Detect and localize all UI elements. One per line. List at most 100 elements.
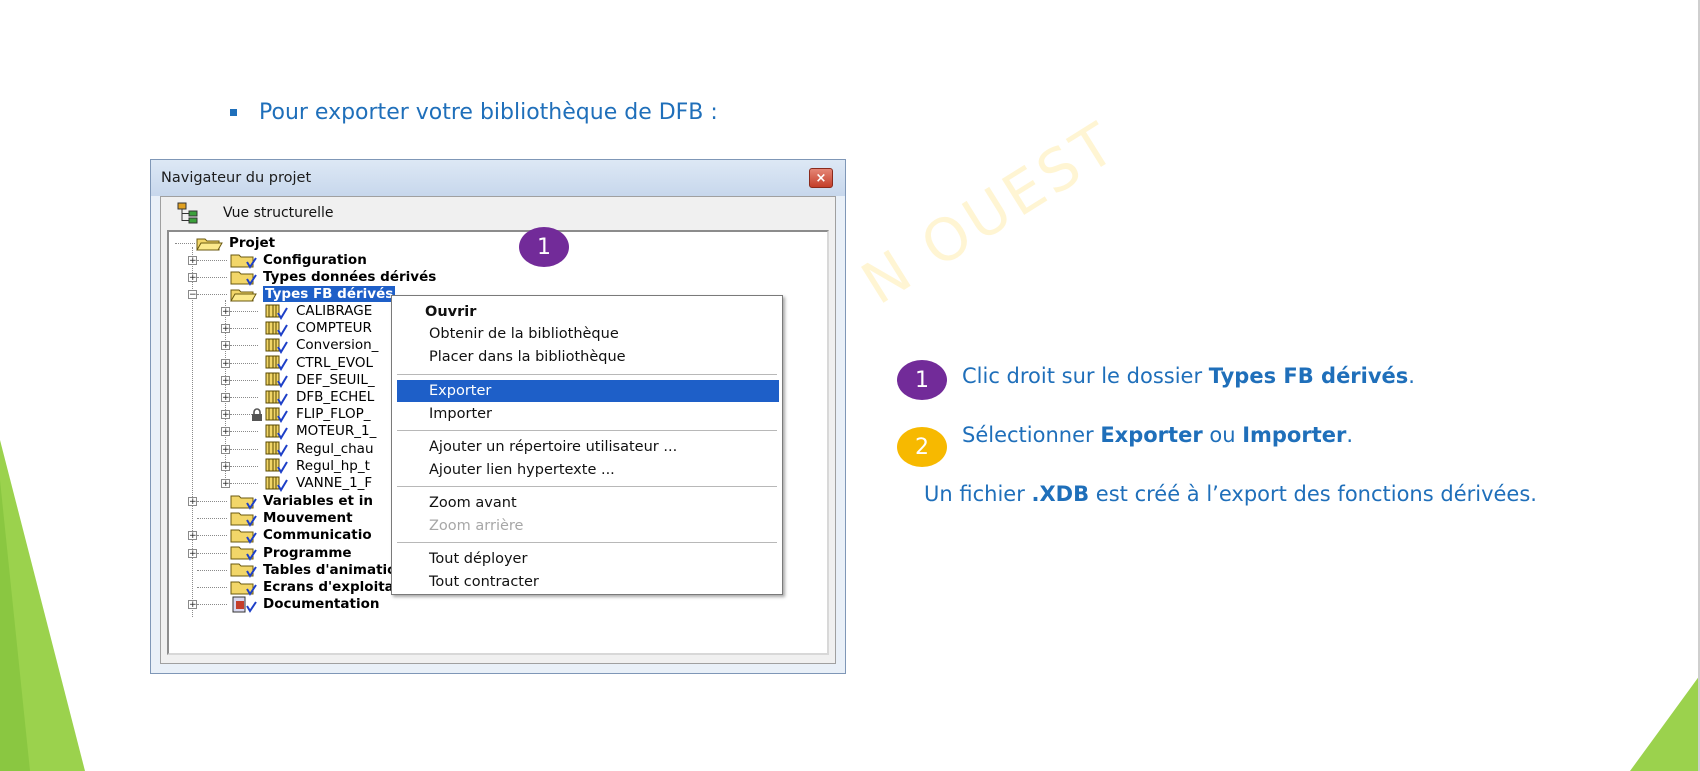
step2-bold1: Exporter [1100, 423, 1203, 447]
expand-plus-icon[interactable]: + [188, 548, 197, 558]
menu-separator [397, 374, 777, 375]
tree-line [230, 431, 258, 433]
fb-block-icon [263, 371, 289, 389]
tree-item-level1[interactable]: Tables d'animation [229, 561, 406, 579]
expand-plus-icon[interactable]: + [221, 410, 230, 420]
watermark: N OUEST [850, 108, 1130, 318]
close-button[interactable]: × [809, 168, 833, 188]
tree-line [197, 569, 227, 571]
menu-item-placer[interactable]: Placer dans la bibliothèque [397, 346, 779, 368]
menu-item-ajouter-repertoire[interactable]: Ajouter un répertoire utilisateur ... [397, 436, 779, 458]
tree-line [197, 501, 227, 502]
tree-item-fb[interactable]: COMPTEUR [263, 319, 372, 337]
expand-plus-icon[interactable]: + [221, 427, 230, 437]
expand-plus-icon[interactable]: + [221, 444, 230, 454]
tree-line [230, 328, 258, 330]
tree-label: COMPTEUR [296, 320, 372, 337]
window-title: Navigateur du projet [161, 170, 312, 186]
menu-item-ouvrir[interactable]: Ouvrir [397, 301, 779, 323]
expand-plus-icon[interactable]: + [188, 256, 197, 266]
view-label: Vue structurelle [223, 205, 334, 221]
tree-line [197, 535, 227, 537]
expand-plus-icon[interactable]: + [221, 393, 230, 403]
tree-line [197, 604, 227, 606]
tree-item-fb[interactable]: Regul_chau [263, 440, 374, 458]
tree-line [192, 247, 193, 617]
expand-plus-icon[interactable]: + [221, 324, 230, 334]
tree-item-fb[interactable]: DFB_ECHEL [263, 388, 374, 406]
tree-label: VANNE_1_F [296, 475, 373, 491]
menu-item-tout-deployer[interactable]: Tout déployer [397, 548, 779, 570]
expand-plus-icon[interactable]: + [188, 273, 197, 283]
context-menu: Ouvrir Obtenir de la bibliothèque Placer… [391, 295, 783, 595]
tree-label: CALIBRAGE [296, 303, 373, 319]
fb-block-icon [263, 475, 289, 492]
menu-item-zoom-avant[interactable]: Zoom avant [397, 492, 779, 514]
menu-item-ajouter-lien[interactable]: Ajouter lien hypertexte ... [397, 459, 779, 481]
tree-line [230, 397, 258, 398]
expand-plus-icon[interactable]: + [221, 479, 230, 489]
menu-separator [397, 430, 777, 431]
tree-item-types-donnees[interactable]: Types données dérivés [229, 268, 436, 286]
tree-label: Programme [263, 544, 352, 561]
menu-item-obtenir[interactable]: Obtenir de la bibliothèque [397, 323, 779, 345]
step1-text: Clic droit sur le dossier Types FB dériv… [962, 364, 1415, 388]
step2-suffix: . [1346, 423, 1354, 447]
expand-plus-icon[interactable]: + [221, 341, 230, 351]
menu-item-importer[interactable]: Importer [397, 403, 779, 425]
tree-item-level1[interactable]: Communicatio [229, 526, 372, 544]
menu-separator [397, 486, 777, 487]
open-folder-icon [230, 289, 257, 301]
tree-item-fb[interactable]: Conversion_ [263, 336, 378, 354]
tree-label: Types données dérivés [263, 269, 437, 285]
lock-icon [252, 408, 262, 422]
step2-prefix: Sélectionner [962, 423, 1101, 447]
tree-label: Regul_hp_t [296, 457, 370, 474]
tree-label: FLIP_FLOP_ [296, 406, 371, 423]
tree-item-fb[interactable]: DEF_SEUIL_ [263, 371, 375, 389]
expand-plus-icon[interactable]: + [221, 461, 230, 471]
tree-item-fb[interactable]: MOTEUR_1_ [263, 422, 376, 440]
tree-line [230, 362, 258, 364]
tree-label: Tables d'animation [263, 561, 407, 578]
tree-item-fb[interactable]: VANNE_1_F [263, 474, 372, 492]
tree-item-level1[interactable]: Programme [229, 544, 352, 562]
tree-item-level1[interactable]: Variables et in [229, 492, 373, 510]
tree-label: Documentation [263, 596, 380, 613]
tree-item-types-fb[interactable]: Types FB dérivés [229, 285, 396, 303]
fb-block-icon [263, 303, 289, 320]
structure-view-icon [177, 202, 198, 224]
tree-line [197, 294, 227, 295]
expand-plus-icon[interactable]: + [188, 497, 197, 507]
tree-label: MOTEUR_1_ [296, 423, 377, 440]
tree-item-configuration[interactable]: Configuration [229, 251, 367, 269]
expand-plus-icon[interactable]: + [221, 307, 230, 317]
tree-item-fb[interactable]: Regul_hp_t [263, 457, 370, 475]
tree-line [230, 448, 258, 450]
tree-item-fb[interactable]: FLIP_FLOP_ [263, 405, 370, 423]
tree-label: Variables et in [263, 493, 373, 509]
view-tab[interactable]: Vue structurelle [161, 197, 835, 229]
tree-label: Projet [229, 235, 276, 251]
tree-item-level1[interactable]: Documentation [229, 595, 379, 613]
tree-item-fb[interactable]: CALIBRAGE [263, 302, 372, 320]
expand-plus-icon[interactable]: + [221, 358, 230, 368]
fb-block-icon [263, 337, 289, 354]
menu-item-tout-contracter[interactable]: Tout contracter [397, 571, 779, 593]
expand-plus-icon[interactable]: + [221, 375, 230, 385]
tree-label-selected: Types FB dérivés [263, 286, 396, 302]
tree-label: Communicatio [263, 527, 372, 544]
tree-line [175, 243, 195, 244]
step1-prefix: Clic droit sur le dossier [962, 364, 1209, 388]
expand-plus-icon[interactable]: + [188, 600, 197, 610]
tree-item-level1[interactable]: Mouvement [229, 509, 353, 527]
green-corner-right [1630, 675, 1700, 771]
menu-item-exporter[interactable]: Exporter [397, 380, 779, 402]
document-icon [229, 596, 263, 613]
collapse-minus-icon[interactable]: − [188, 290, 197, 300]
tree-item-projet[interactable]: Projet [195, 234, 275, 252]
window-titlebar[interactable]: Navigateur du projet × [151, 160, 845, 196]
expand-plus-icon[interactable]: + [188, 531, 197, 541]
step-badge-2: 2 [897, 427, 947, 467]
tree-item-fb[interactable]: CTRL_EVOL [263, 354, 373, 372]
